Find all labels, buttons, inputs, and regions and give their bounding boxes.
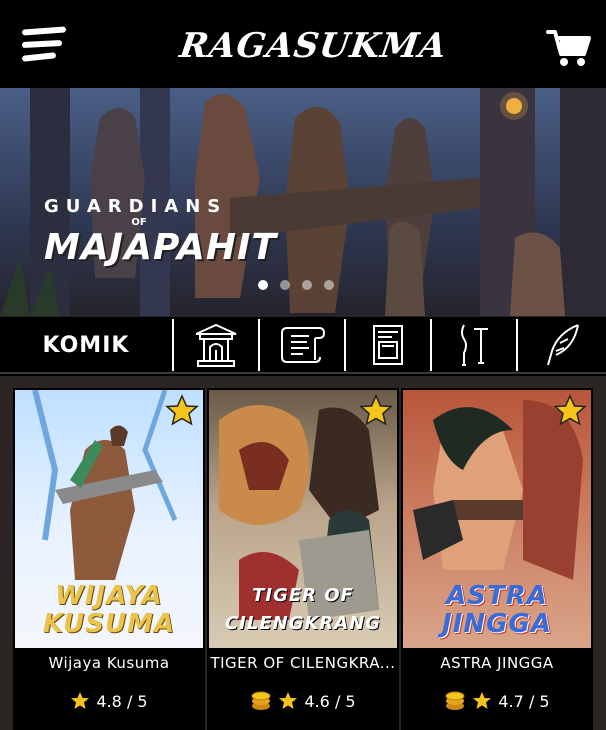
comic-card-tiger-of-cilengkrang[interactable]: TIGER OF CILENGKRANG TIGER OF CILENGKRA.… — [207, 388, 399, 730]
temple-icon[interactable] — [174, 317, 258, 373]
feather-quill-icon[interactable] — [518, 317, 606, 373]
weapons-icon[interactable] — [432, 317, 516, 373]
comic-title: Wijaya Kusuma — [48, 654, 170, 672]
rating-star-icon — [71, 692, 90, 709]
document-icon[interactable] — [346, 317, 430, 373]
comic-rating: 4.6 / 5 — [207, 688, 399, 714]
rating-value: 4.8 / 5 — [96, 691, 148, 711]
comic-grid: WIJAYA KUSUMA Wijaya Kusuma 4.8 / 5 TIGE — [0, 376, 606, 730]
tab-komik[interactable]: KOMIK — [0, 317, 172, 373]
comic-card-astra-jingga[interactable]: ASTRA JINGGA ASTRA JINGGA 4.7 / 5 — [401, 388, 593, 730]
shopping-cart-icon[interactable] — [546, 28, 592, 68]
rating-star-icon — [279, 692, 298, 709]
coin-icon — [251, 691, 271, 710]
favorite-star-icon[interactable] — [165, 394, 199, 428]
comic-card-wijaya-kusuma[interactable]: WIJAYA KUSUMA Wijaya Kusuma 4.8 / 5 — [13, 388, 205, 730]
comic-title: ASTRA JINGGA — [440, 654, 554, 672]
carousel-dot-2[interactable] — [280, 280, 290, 290]
comic-cover: TIGER OF CILENGKRANG — [209, 390, 397, 648]
brand-logo[interactable]: RAGASUKMA — [177, 22, 449, 70]
hamburger-menu-icon[interactable] — [21, 26, 68, 62]
carousel-dot-1[interactable] — [258, 280, 268, 290]
comic-title: TIGER OF CILENGKRA... — [210, 654, 396, 672]
app-header: RAGASUKMA — [0, 0, 606, 88]
cover-title-text: ASTRA JINGGA — [442, 581, 552, 639]
comic-rating: 4.7 / 5 — [401, 688, 593, 714]
comic-rating: 4.8 / 5 — [13, 688, 205, 714]
carousel-dots — [258, 280, 358, 292]
cover-title-text: TIGER OF CILENGKRANG — [224, 585, 382, 634]
rating-value: 4.6 / 5 — [304, 691, 356, 711]
scroll-icon[interactable] — [260, 317, 344, 373]
cover-title-text: WIJAYA KUSUMA — [42, 581, 176, 639]
favorite-star-icon[interactable] — [359, 394, 393, 428]
category-tabs: KOMIK — [0, 316, 606, 374]
comic-cover: ASTRA JINGGA — [403, 390, 591, 648]
banner-title-top: GUARDIANS — [44, 196, 228, 217]
rating-star-icon — [473, 692, 492, 709]
banner-title-block: GUARDIANS OF MAJAPAHIT — [44, 196, 277, 268]
coin-icon — [445, 691, 465, 710]
hero-banner[interactable]: GUARDIANS OF MAJAPAHIT — [0, 88, 606, 316]
favorite-star-icon[interactable] — [553, 394, 587, 428]
rating-value: 4.7 / 5 — [498, 691, 550, 711]
carousel-dot-3[interactable] — [302, 280, 312, 290]
carousel-dot-4[interactable] — [324, 280, 334, 290]
comic-cover: WIJAYA KUSUMA — [15, 390, 203, 648]
banner-title-main: MAJAPAHIT — [44, 227, 277, 268]
